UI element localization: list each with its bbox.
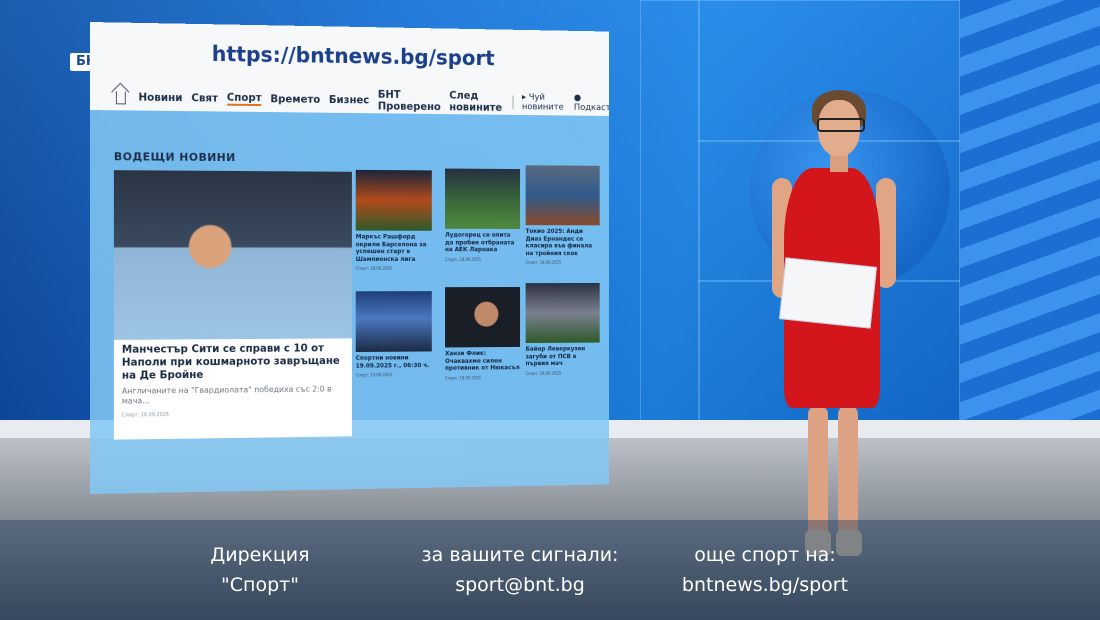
lower-third-col1-line1: Дирекция (210, 544, 310, 566)
website-screen: https://bntnews.bg/sport Новини Свят Спо… (90, 22, 609, 494)
card-image (445, 286, 521, 348)
lower-third: Дирекция "Спорт" за вашите сигнали: spor… (0, 520, 1100, 620)
lower-third-col3-line1: още спорт на: (694, 544, 836, 566)
nav-item-sport[interactable]: Спорт (226, 91, 262, 107)
card-meta: Спорт, 18.09.2025 (525, 259, 562, 265)
card-title: Маркъс Рашфорд окрили Барселона за успеш… (355, 233, 427, 263)
card-title: Ханзи Флик: Очаквахме силен противник от… (445, 350, 520, 372)
lower-third-column-2: за вашите сигнали: sport@bnt.bg (390, 540, 650, 600)
podcast-label: Подкаст (573, 103, 609, 114)
card-meta: Спорт, 18.09.2025 (445, 256, 481, 262)
news-card[interactable]: Токио 2025: Анди Диаз Ернандес се класир… (525, 165, 600, 265)
card-image (355, 169, 432, 231)
studio-wall-decoration (960, 0, 1100, 430)
hero-meta: Спорт, 18.09.2025 (121, 412, 170, 419)
presenter (772, 90, 912, 560)
card-title: Токио 2025: Анди Диаз Ернандес се класир… (525, 228, 593, 257)
news-card[interactable]: Ханзи Флик: Очаквахме силен противник от… (445, 286, 521, 381)
news-card[interactable]: Байер Леверкузен загуби от ПСВ в първия … (525, 282, 600, 376)
glasses-icon (817, 118, 865, 132)
nav-item-vremeto[interactable]: Времето (270, 93, 320, 105)
lower-third-column-3: още спорт на: bntnews.bg/sport (660, 540, 870, 600)
card-image (445, 168, 521, 230)
nav-separator (512, 95, 514, 110)
hero-article[interactable]: Манчестър Сити се справи с 10 от Наполи … (113, 170, 352, 440)
card-title: Спортни новини 19.09.2025 г., 06:30 ч. (355, 354, 430, 370)
card-meta: Спорт, 18.09.2025 (525, 370, 562, 376)
nav-item-novini[interactable]: Новини (138, 92, 182, 104)
card-title: Лудогорец се опита да пробие отбраната н… (445, 231, 515, 254)
nav-link-podcast[interactable]: ● Подкаст (574, 93, 609, 113)
nav-item-biznes[interactable]: Бизнес (329, 94, 369, 106)
wall-panel (640, 0, 700, 432)
hero-lead: Англичаните на "Гвардиолата" победиха съ… (121, 384, 332, 406)
nav-item-sled-novinite[interactable]: След новините (449, 90, 504, 114)
listen-label: Чуй новините (521, 92, 564, 113)
lower-third-col1-line2: "Спорт" (221, 574, 299, 596)
nav-item-svyat[interactable]: Свят (191, 92, 218, 104)
card-image (525, 282, 600, 344)
section-title: ВОДЕЩИ НОВИНИ (113, 150, 236, 165)
paper-sheet (779, 257, 877, 329)
card-meta: Спорт, 18.09.2025 (445, 374, 481, 381)
lower-third-email: sport@bnt.bg (455, 574, 585, 596)
hero-image (113, 170, 352, 340)
card-image (355, 291, 432, 353)
card-image (525, 165, 600, 226)
lower-third-col2-line1: за вашите сигнали: (421, 544, 619, 566)
lower-third-column-1: Дирекция "Спорт" (180, 540, 340, 600)
news-card[interactable]: Спортни новини 19.09.2025 г., 06:30 ч. С… (355, 291, 432, 378)
news-card[interactable]: Маркъс Рашфорд окрили Барселона за успеш… (355, 169, 432, 271)
nav-item-bnt-provereno[interactable]: БНТ Проверено (378, 89, 441, 113)
hero-title[interactable]: Манчестър Сити се справи с 10 от Наполи … (114, 338, 352, 384)
nav-link-listen[interactable]: ▸ Чуй новините (522, 93, 566, 113)
card-meta: Спорт, 19.09.2025 (355, 372, 393, 378)
card-meta: Спорт, 18.09.2025 (355, 265, 393, 271)
news-card[interactable]: Лудогорец се опита да пробие отбраната н… (445, 168, 521, 262)
lower-third-website: bntnews.bg/sport (681, 574, 849, 596)
home-icon[interactable] (115, 90, 126, 104)
card-title: Байер Леверкузен загуби от ПСВ в първия … (525, 345, 586, 368)
